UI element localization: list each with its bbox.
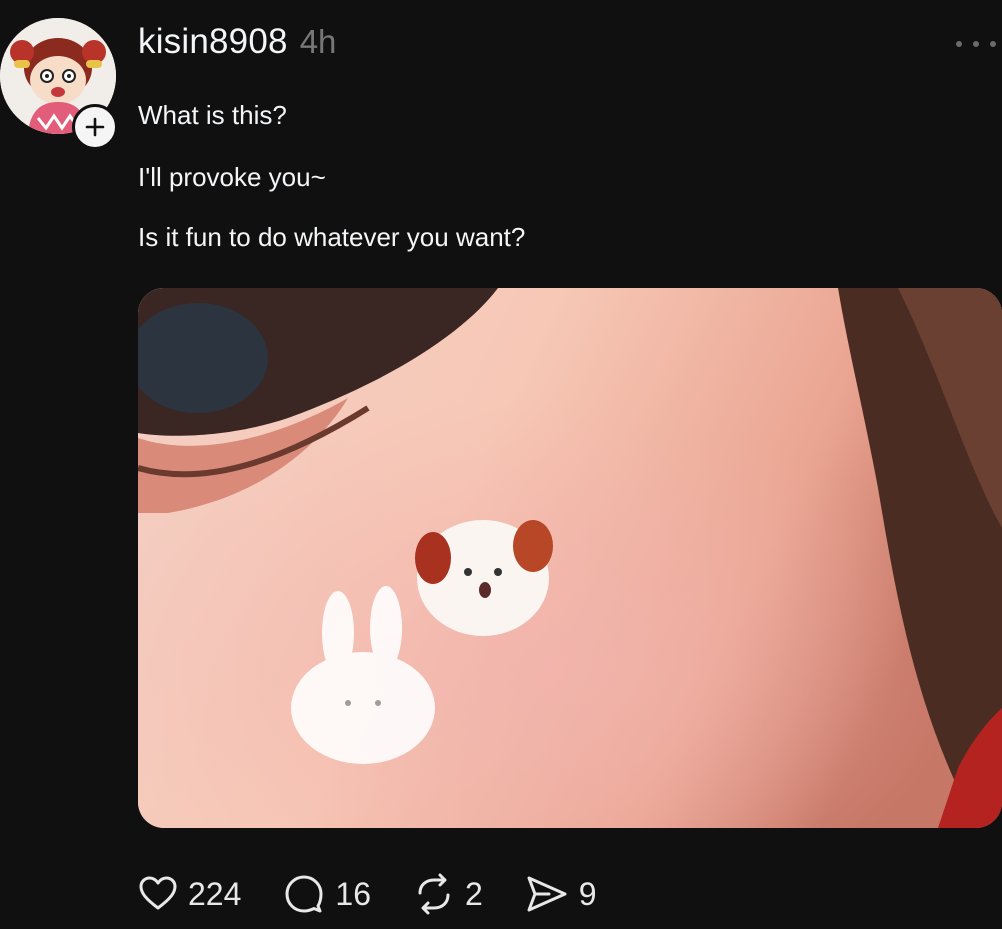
like-button[interactable]: 224 <box>138 874 241 914</box>
reply-button[interactable]: 16 <box>283 873 371 915</box>
more-options-button[interactable] <box>956 34 996 54</box>
comment-icon <box>285 875 323 913</box>
more-dot-icon <box>956 41 962 47</box>
post-header: kisin8908 4h <box>138 22 336 66</box>
thread-post: kisin8908 4h What is this? I'll provoke … <box>0 0 1002 929</box>
follow-button[interactable] <box>72 104 118 150</box>
post-text-line: Is it fun to do whatever you want? <box>138 222 526 252</box>
reply-count: 16 <box>335 875 371 912</box>
post-actions: 224 16 2 9 <box>138 866 639 922</box>
more-dot-icon <box>973 41 979 47</box>
like-count: 224 <box>188 875 242 912</box>
repost-count: 2 <box>464 875 483 912</box>
post-image[interactable] <box>138 288 1002 828</box>
share-count: 9 <box>578 875 597 912</box>
author-avatar-group[interactable] <box>0 18 118 150</box>
repost-button[interactable]: 2 <box>413 873 483 915</box>
photo-cheek-icon <box>138 288 1002 828</box>
share-button[interactable]: 9 <box>525 873 597 915</box>
post-text-line: What is this? <box>138 100 287 130</box>
author-username[interactable]: kisin8908 <box>138 22 288 62</box>
heart-icon <box>139 876 177 910</box>
post-timestamp[interactable]: 4h <box>300 23 337 61</box>
repost-icon <box>418 873 450 915</box>
plus-icon <box>85 117 105 137</box>
more-dot-icon <box>990 41 996 47</box>
post-text-line: I'll provoke you~ <box>138 162 326 192</box>
send-icon <box>527 876 567 912</box>
